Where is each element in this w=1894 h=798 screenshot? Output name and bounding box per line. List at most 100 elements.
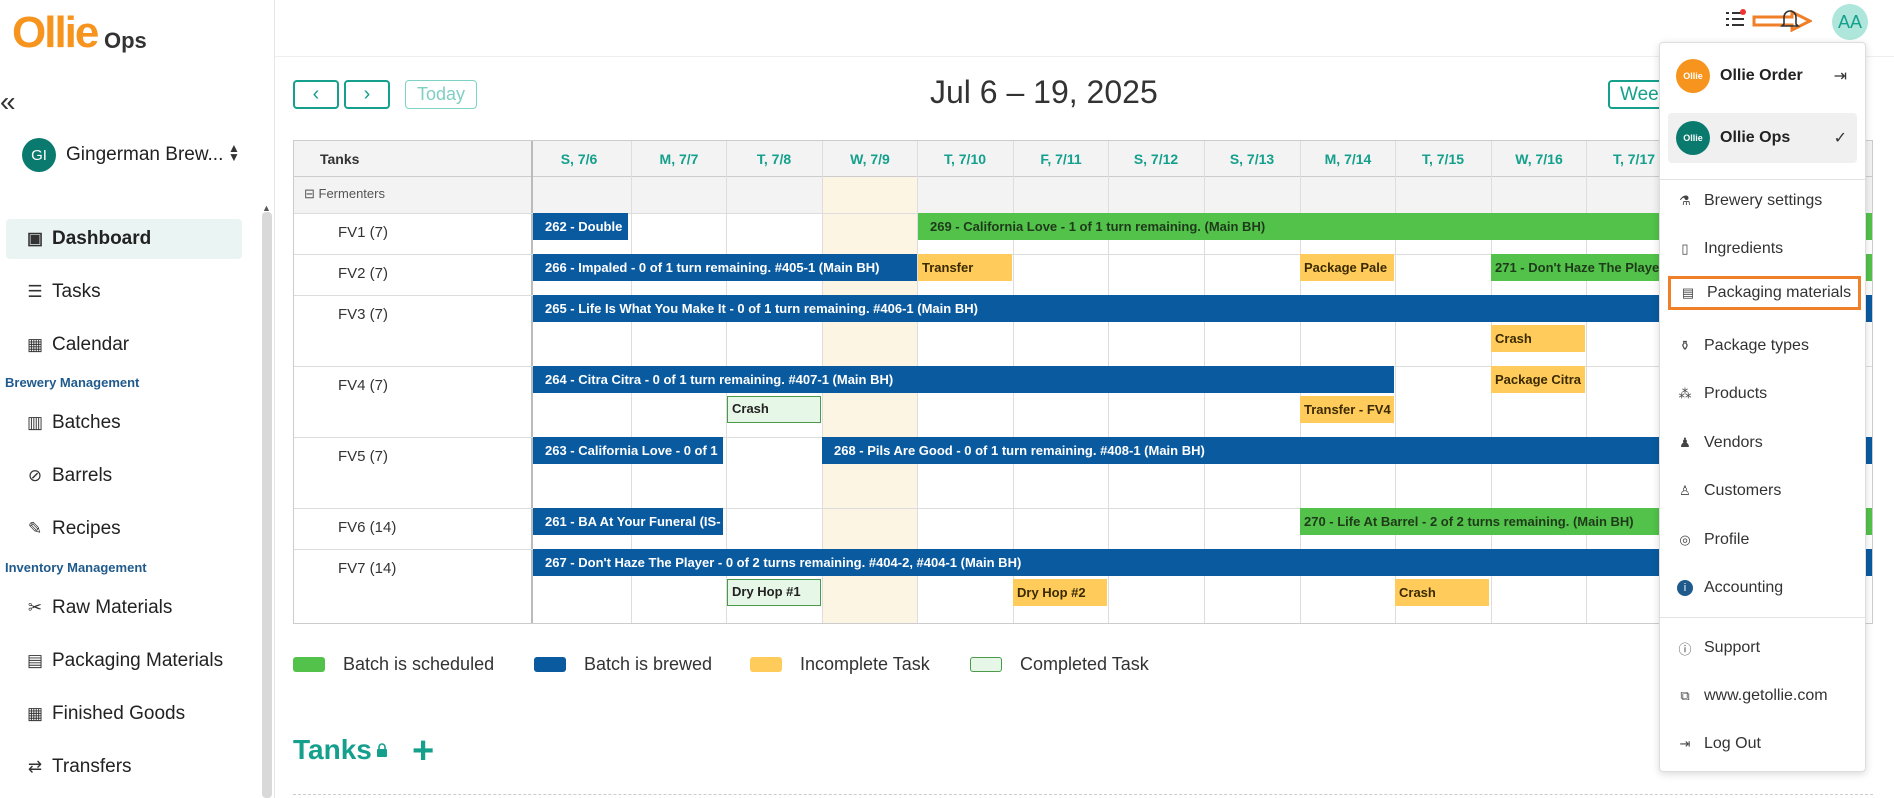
logout-icon: ⇥ xyxy=(1679,736,1691,751)
checkmark-icon: ✓ xyxy=(1833,130,1847,147)
tanks-column-header: Tanks xyxy=(320,151,360,167)
ingredients-icon: ▯ xyxy=(1681,241,1689,256)
collapse-sidebar-icon[interactable]: « xyxy=(0,86,16,118)
menu-item-label: Log Out xyxy=(1704,735,1761,752)
tank-label[interactable]: FV3 (7) xyxy=(338,306,388,323)
accounting-icon: i xyxy=(1677,580,1693,596)
barrels-icon: ⊘ xyxy=(27,466,43,485)
menu-item-packaging-materials[interactable]: ▤ Packaging materials xyxy=(1668,276,1861,310)
switch-app-icon: ⇥ xyxy=(1833,68,1847,85)
menu-item-accounting[interactable]: i Accounting xyxy=(1668,571,1857,605)
section-divider xyxy=(293,794,1873,795)
batch-bar[interactable]: 263 - California Love - 0 of 1 xyxy=(533,437,723,464)
tank-label[interactable]: FV2 (7) xyxy=(338,265,388,282)
section-brewery-management: Brewery Management xyxy=(5,375,140,390)
task-bar[interactable]: Package Pale xyxy=(1300,254,1394,281)
task-bar[interactable]: Package Citra xyxy=(1491,366,1585,393)
menu-item-label: Brewery settings xyxy=(1704,192,1823,209)
top-bar xyxy=(275,0,1894,57)
menu-item-ingredients[interactable]: ▯ Ingredients xyxy=(1668,232,1857,266)
org-switcher[interactable]: GI Gingerman Brew... xyxy=(22,138,223,172)
sidebar-item-transfers[interactable]: ⇄ Transfers xyxy=(6,747,242,787)
next-button[interactable]: › xyxy=(344,80,390,109)
external-link-icon: ⧉ xyxy=(1680,688,1690,703)
sidebar-item-calendar[interactable]: ▦ Calendar xyxy=(6,325,242,365)
batch-bar[interactable]: 264 - Citra Citra - 0 of 1 turn remainin… xyxy=(533,366,1394,393)
task-bar[interactable]: Crash xyxy=(1395,579,1489,606)
sidebar-item-recipes[interactable]: ✎ Recipes xyxy=(6,509,242,549)
sidebar-item-finished-goods[interactable]: ▦ Finished Goods xyxy=(6,694,242,734)
day-header: W, 7/16 xyxy=(1515,151,1563,167)
day-header: T, 7/10 xyxy=(943,151,987,167)
batch-bar[interactable]: 262 - Double xyxy=(533,213,628,240)
task-list-icon[interactable] xyxy=(1724,8,1746,35)
legend-scheduled: Batch is scheduled xyxy=(293,654,494,675)
add-tank-button[interactable]: + xyxy=(412,730,434,773)
finished-goods-icon: ▦ xyxy=(26,704,44,723)
tank-label[interactable]: FV6 (14) xyxy=(338,519,396,536)
app-name: Ollie Ops xyxy=(1720,129,1791,146)
sidebar-item-raw-materials[interactable]: ✂ Raw Materials xyxy=(6,588,242,628)
menu-item-website[interactable]: ⧉ www.getollie.com xyxy=(1668,679,1857,713)
menu-item-brewery-settings[interactable]: ⚗ Brewery settings xyxy=(1668,184,1857,218)
tank-label[interactable]: FV5 (7) xyxy=(338,448,388,465)
group-label-fermenters[interactable]: ⊟ Fermenters xyxy=(304,186,385,202)
sidebar-item-batches[interactable]: ▥ Batches xyxy=(6,403,242,443)
brewery-settings-icon: ⚗ xyxy=(1679,193,1691,208)
task-bar[interactable]: Dry Hop #2 xyxy=(1013,579,1107,606)
menu-item-package-types[interactable]: ⚱ Package types xyxy=(1668,329,1857,363)
menu-item-label: Package types xyxy=(1704,337,1809,354)
menu-item-label: Support xyxy=(1704,639,1761,656)
tank-label[interactable]: FV4 (7) xyxy=(338,377,388,394)
bell-icon[interactable] xyxy=(1780,8,1800,35)
prev-button[interactable]: ‹ xyxy=(293,80,339,109)
menu-item-label: Accounting xyxy=(1704,579,1784,596)
menu-item-products[interactable]: ⁂ Products xyxy=(1668,377,1857,411)
task-bar[interactable]: Transfer xyxy=(918,254,1012,281)
completed-task-bar[interactable]: Dry Hop #1 xyxy=(727,579,821,606)
app-switch-ollie-order[interactable]: Ollie Ollie Order ⇥ xyxy=(1668,51,1857,101)
vendors-icon: ♟ xyxy=(1679,435,1691,450)
sidebar-item-label: Calendar xyxy=(52,334,130,355)
menu-item-profile[interactable]: ◎ Profile xyxy=(1668,523,1857,557)
day-header: T, 7/8 xyxy=(756,151,792,167)
day-header: F, 7/11 xyxy=(1040,151,1082,167)
today-button[interactable]: Today xyxy=(405,80,477,109)
sidebar-item-label: Packaging Materials xyxy=(52,650,224,671)
tank-label[interactable]: FV1 (7) xyxy=(338,224,388,241)
menu-item-label: Packaging materials xyxy=(1707,284,1852,301)
menu-item-customers[interactable]: ♙ Customers xyxy=(1668,474,1857,508)
sidebar-item-tasks[interactable]: ☰ Tasks xyxy=(6,272,242,312)
legend-swatch-completed xyxy=(970,657,1002,672)
task-bar[interactable]: Crash xyxy=(1491,325,1585,352)
recipes-icon: ✎ xyxy=(27,519,43,538)
completed-task-bar[interactable]: Crash xyxy=(727,396,821,423)
legend-label: Incomplete Task xyxy=(800,654,930,674)
sidebar-scrollbar[interactable] xyxy=(262,212,272,798)
sidebar: Ollie Ops « GI Gingerman Brew... ▲ ▼ ▣ Da… xyxy=(0,0,275,798)
legend-swatch-brewed xyxy=(534,657,566,672)
batch-bar[interactable]: 261 - BA At Your Funeral (IS- xyxy=(533,508,723,535)
menu-divider xyxy=(1660,179,1865,180)
org-sort-icon[interactable]: ▲ ▼ xyxy=(228,142,240,163)
sidebar-item-barrels[interactable]: ⊘ Barrels xyxy=(6,456,242,496)
profile-icon: ◎ xyxy=(1679,532,1691,547)
app-name: Ollie Order xyxy=(1720,67,1803,84)
day-header: M, 7/7 xyxy=(659,151,699,167)
batch-bar[interactable]: 266 - Impaled - 0 of 1 turn remaining. #… xyxy=(533,254,917,281)
package-types-icon: ⚱ xyxy=(1679,338,1691,353)
menu-item-vendors[interactable]: ♟ Vendors xyxy=(1668,426,1857,460)
raw-materials-icon: ✂ xyxy=(27,598,43,617)
day-header: T, 7/15 xyxy=(1421,151,1465,167)
tank-label[interactable]: FV7 (14) xyxy=(338,560,396,577)
menu-item-logout[interactable]: ⇥ Log Out xyxy=(1668,727,1857,761)
ollie-logo[interactable]: Ollie xyxy=(12,8,99,58)
customers-icon: ♙ xyxy=(1679,483,1691,498)
sidebar-item-dashboard[interactable]: ▣ Dashboard xyxy=(6,219,242,259)
app-switch-ollie-ops[interactable]: Ollie Ollie Ops ✓ xyxy=(1668,113,1857,163)
task-bar[interactable]: Transfer - FV4 xyxy=(1300,396,1394,423)
sidebar-item-packaging-materials[interactable]: ▤ Packaging Materials xyxy=(6,641,242,681)
user-avatar[interactable]: AA xyxy=(1832,4,1868,40)
menu-item-support[interactable]: ⓘ Support xyxy=(1668,631,1857,665)
legend-incomplete: Incomplete Task xyxy=(750,654,930,675)
